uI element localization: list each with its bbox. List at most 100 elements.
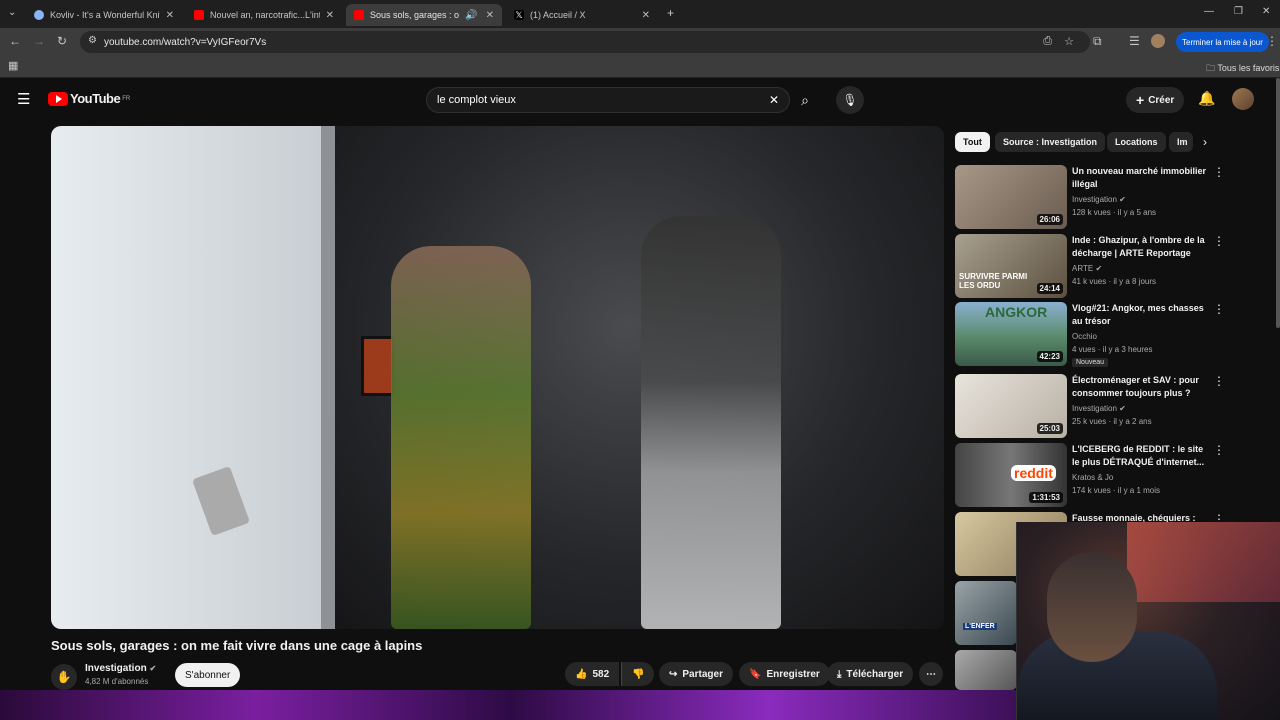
chip-locations[interactable]: Locations (1107, 132, 1166, 152)
more-options-icon[interactable]: ⋮ (1213, 302, 1225, 316)
recommendation-item[interactable]: 26:06 Un nouveau marché immobilier illég… (955, 165, 1265, 229)
tab-sous-sols[interactable]: Sous sols, garages : on me 🔊 ✕ (346, 4, 502, 26)
dislike-button[interactable]: 👎 (621, 662, 655, 686)
x-logo-icon: 𝕏 (514, 10, 524, 20)
recommendation-item[interactable]: SURVIVRE PARMI LES ORDU 24:14 Inde : Gha… (955, 234, 1265, 298)
recommendation-title[interactable]: Inde : Ghazipur, à l'ombre de la décharg… (1072, 234, 1207, 260)
chip-source-investigation[interactable]: Source : Investigation (995, 132, 1106, 152)
more-options-icon[interactable]: ⋮ (1213, 374, 1225, 388)
youtube-logo[interactable]: YouTube FR (48, 91, 130, 106)
video-player[interactable] (51, 126, 944, 629)
recommendation-channel[interactable]: ARTE ✔ (1072, 264, 1102, 273)
menu-kebab-icon[interactable]: ⋮ (1266, 34, 1278, 48)
chip-truncated[interactable]: Im (1169, 132, 1193, 152)
url-bar[interactable]: ⚙ youtube.com/watch?v=VyIGFeor7Vs ⎙ ☆ (80, 31, 1090, 53)
thumbs-down-icon: 👎 (632, 668, 645, 680)
chip-label: Tout (963, 137, 982, 147)
recommendation-item[interactable]: reddit 1:31:53 L'ICEBERG de REDDIT : le … (955, 443, 1265, 507)
extensions-icon[interactable]: ⧉ (1093, 34, 1102, 49)
hamburger-menu-icon[interactable]: ☰ (17, 90, 30, 108)
verified-icon: ✔ (1095, 264, 1103, 273)
voice-search-button[interactable]: 🎙 (836, 86, 864, 114)
save-button[interactable]: 🔖 Enregistrer (739, 662, 830, 686)
recommendation-title[interactable]: L'ICEBERG de REDDIT : le site le plus DÉ… (1072, 443, 1207, 469)
site-info-icon[interactable]: ⚙ (88, 35, 97, 46)
chip-all[interactable]: Tout (955, 132, 990, 152)
more-options-icon[interactable]: ⋮ (1213, 165, 1225, 179)
back-icon[interactable]: ← (9, 34, 21, 48)
channel-avatar[interactable]: ✋ (51, 664, 77, 690)
download-button[interactable]: ⤓ Télécharger (827, 662, 914, 686)
recommendation-item[interactable]: L'ENFER (955, 581, 1017, 645)
reload-icon[interactable]: ↻ (57, 34, 67, 48)
subscribe-button[interactable]: S'abonner (175, 663, 241, 687)
forward-icon[interactable]: → (33, 34, 45, 48)
page-scrollbar[interactable] (1276, 78, 1280, 328)
video-thumbnail[interactable]: reddit 1:31:53 (955, 443, 1067, 507)
verified-icon: ✔ (1119, 195, 1126, 204)
close-tab-icon[interactable]: ✕ (326, 10, 334, 21)
globe-icon (34, 10, 44, 20)
recommendation-channel[interactable]: Investigation ✔ (1072, 404, 1126, 413)
speaker-icon[interactable]: 🔊 (465, 10, 477, 21)
close-tab-icon[interactable]: ✕ (166, 10, 174, 21)
recommendation-item[interactable]: 25:03 Électroménager et SAV : pour conso… (955, 374, 1265, 438)
video-thumbnail[interactable]: 25:03 (955, 374, 1067, 438)
search-input[interactable]: le complot vieux ✕ (426, 87, 790, 113)
tab-title: Kovliv - It's a Wonderful Knife ( (50, 10, 160, 20)
more-options-icon[interactable]: ⋮ (1213, 443, 1225, 457)
video-thumbnail[interactable]: 26:06 (955, 165, 1067, 229)
video-frame-tv (361, 336, 395, 396)
verified-icon: ✔ (149, 664, 157, 673)
minimize-icon[interactable]: — (1204, 6, 1214, 17)
maximize-icon[interactable]: ❐ (1234, 6, 1243, 17)
close-tab-icon[interactable]: ✕ (642, 10, 650, 21)
video-frame-door-edge (321, 126, 335, 629)
update-button-label: Terminer la mise à jour (1182, 37, 1263, 47)
share-button[interactable]: ↪ Partager (659, 662, 733, 686)
like-button[interactable]: 👍 582 (565, 662, 620, 686)
recommendation-channel[interactable]: Investigation ✔ (1072, 195, 1126, 204)
video-thumbnail[interactable] (955, 650, 1017, 690)
account-avatar[interactable] (1232, 88, 1254, 110)
video-thumbnail[interactable]: L'ENFER (955, 581, 1017, 645)
install-app-icon[interactable]: ⎙ (1043, 35, 1052, 48)
share-icon: ↪ (669, 668, 678, 680)
recommendation-channel[interactable]: Kratos & Jo (1072, 473, 1113, 482)
new-tab-icon[interactable]: + (667, 6, 674, 20)
bookmark-star-icon[interactable]: ☆ (1064, 35, 1074, 48)
recommendation-item[interactable]: ANGKOR 42:23 Vlog#21: Angkor, mes chasse… (955, 302, 1265, 367)
tab-kovliv[interactable]: Kovliv - It's a Wonderful Knife ( ✕ (26, 4, 182, 26)
recommendation-title[interactable]: Vlog#21: Angkor, mes chasses au trésor (1072, 302, 1207, 328)
video-thumbnail[interactable]: SURVIVRE PARMI LES ORDU 24:14 (955, 234, 1067, 298)
recommendation-title[interactable]: Un nouveau marché immobilier illégal (1072, 165, 1207, 191)
subscriber-count: 4,82 M d'abonnés (85, 677, 149, 686)
apps-grid-icon[interactable]: ▦ (8, 59, 18, 72)
chip-label: Locations (1115, 137, 1158, 147)
recommendation-channel[interactable]: Occhio (1072, 332, 1097, 341)
thumbnail-caption: ANGKOR (985, 304, 1048, 320)
tab-search-icon[interactable]: ⌄ (8, 7, 16, 18)
create-button[interactable]: + Créer (1126, 87, 1185, 113)
channel-name[interactable]: Investigation ✔ (85, 663, 156, 674)
tab-nouvel-an[interactable]: Nouvel an, narcotrafic...L'interv ✕ (186, 4, 342, 26)
clear-search-icon[interactable]: ✕ (769, 93, 779, 107)
profile-avatar-icon[interactable] (1151, 34, 1165, 48)
recommendation-title[interactable]: Électroménager et SAV : pour consommer t… (1072, 374, 1207, 400)
chevron-right-icon[interactable]: › (1203, 135, 1207, 149)
tab-x[interactable]: 𝕏 (1) Accueil / X ✕ (506, 4, 658, 26)
search-button[interactable]: ⌕ (790, 87, 820, 113)
channel-text: ARTE (1072, 264, 1094, 273)
search-icon: ⌕ (801, 91, 809, 108)
webcam-background-light (1127, 522, 1280, 602)
close-tab-icon[interactable]: ✕ (486, 10, 494, 21)
verified-icon: ✔ (1119, 404, 1126, 413)
all-bookmarks[interactable]: 🗀 Tous les favoris (1206, 61, 1279, 77)
window-close-icon[interactable]: ✕ (1262, 6, 1270, 17)
reading-list-icon[interactable]: ☰ (1129, 34, 1140, 48)
video-thumbnail[interactable]: ANGKOR 42:23 (955, 302, 1067, 366)
notifications-bell-icon[interactable]: 🔔 (1198, 90, 1215, 107)
more-actions-button[interactable]: ⋯ (919, 662, 943, 686)
more-options-icon[interactable]: ⋮ (1213, 234, 1225, 248)
update-button[interactable]: Terminer la mise à jour (1176, 32, 1269, 52)
